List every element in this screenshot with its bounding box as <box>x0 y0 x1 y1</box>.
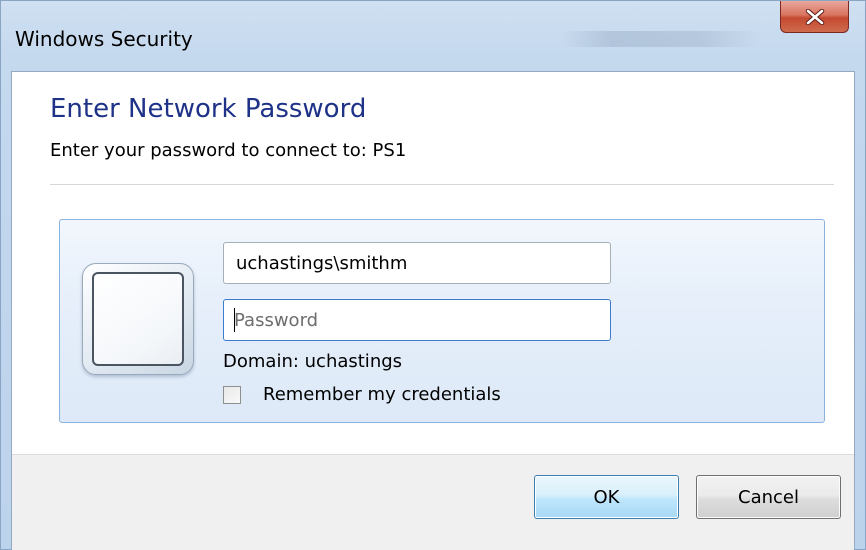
dialog-heading: Enter Network Password <box>50 94 367 124</box>
credential-tile-panel[interactable]: Domain: uchastings Remember my credentia… <box>59 219 825 423</box>
username-input[interactable] <box>223 242 611 284</box>
title-bar[interactable]: Windows Security <box>1 1 865 71</box>
remember-credentials-checkbox[interactable] <box>223 385 241 404</box>
close-button[interactable] <box>780 1 849 33</box>
button-bar: OK Cancel <box>12 454 854 550</box>
title-bar-blurred-text <box>561 31 761 47</box>
close-icon <box>805 8 824 25</box>
dialog-content: Enter Network Password Enter your passwo… <box>11 71 855 550</box>
remember-credentials-option[interactable]: Remember my credentials <box>223 384 501 405</box>
domain-label: Domain: uchastings <box>223 351 403 372</box>
window-title: Windows Security <box>15 27 193 51</box>
remember-credentials-label: Remember my credentials <box>263 384 501 405</box>
user-tile-frame <box>92 272 184 366</box>
dialog-subheading: Enter your password to connect to: PS1 <box>50 140 407 161</box>
password-input[interactable] <box>223 299 611 341</box>
ok-button[interactable]: OK <box>534 475 679 519</box>
cancel-button[interactable]: Cancel <box>696 475 841 519</box>
divider <box>50 184 834 185</box>
windows-security-dialog: Windows Security Enter Network Password … <box>0 0 866 550</box>
user-tile-icon <box>82 263 194 375</box>
text-cursor <box>234 308 235 332</box>
